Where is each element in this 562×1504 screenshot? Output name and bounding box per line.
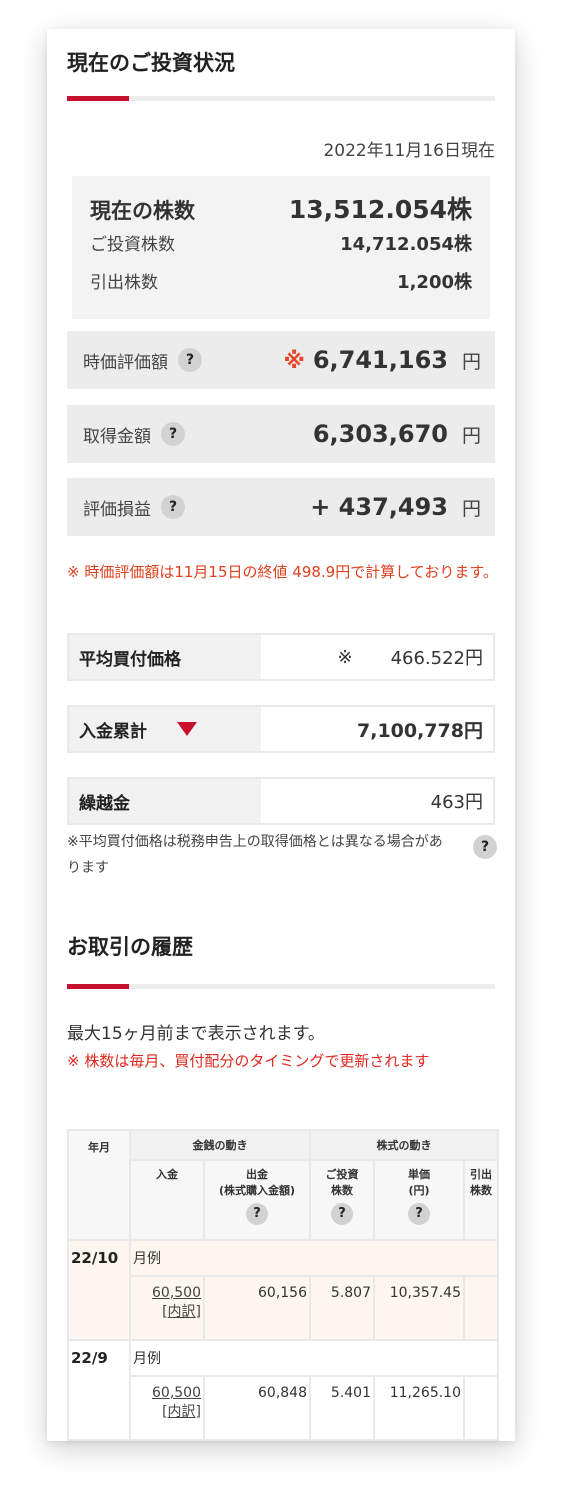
withdrawn-shares-value: 1,200株: [397, 272, 472, 293]
help-icon[interactable]: ?: [473, 835, 497, 859]
valuation-note: ※ 時価評価額は11月15日の終値 498.9円で計算しております。: [67, 563, 498, 581]
row-withdraw: 60,156: [203, 1275, 311, 1341]
col-withdraw: 出金 (株式購入金額) ?: [203, 1159, 311, 1241]
average-price-value: 466.522円: [390, 648, 483, 669]
deposit-total-row[interactable]: 入金累計 7,100,778円: [67, 705, 495, 753]
market-value-unit: 円: [461, 350, 481, 373]
market-value-row: 時価評価額 ? ※ 6,741,163 円: [67, 331, 495, 389]
acquisition-label: 取得金額: [83, 426, 151, 447]
market-value-amount: ※ 6,741,163: [283, 346, 448, 374]
row-price: 10,357.45: [373, 1275, 465, 1341]
acquisition-unit: 円: [461, 424, 481, 447]
current-shares-label: 現在の株数: [90, 199, 195, 223]
deposit-total-value: 7,100,778円: [261, 707, 493, 751]
average-price-row: 平均買付価格 ※ 466.522円: [67, 633, 495, 681]
history-table: 年月 金銭の動き 株式の動き 入金 出金 (株式購入金額) ? ご投資 株数 ?…: [67, 1129, 500, 1441]
history-range-note: 最大15ヶ月前まで表示されます。: [67, 1024, 325, 1044]
carryover-label: 繰越金: [69, 779, 261, 823]
row-kind: 月例: [128, 1239, 500, 1277]
as-of-date: 2022年11月16日現在: [323, 141, 495, 161]
help-icon[interactable]: ?: [408, 1203, 430, 1225]
invested-shares-value: 14,712.054株: [340, 234, 472, 255]
shares-summary: 現在の株数 13,512.054株 ご投資株数 14,712.054株 引出株数…: [72, 176, 490, 319]
row-month: 22/9: [67, 1339, 131, 1441]
page-title: 現在のご投資状況: [67, 51, 235, 75]
help-icon[interactable]: ?: [178, 348, 202, 372]
history-table-wrap: 年月 金銭の動き 株式の動き 入金 出金 (株式購入金額) ? ご投資 株数 ?…: [67, 1129, 500, 1441]
row-withdraw: 60,848: [203, 1375, 311, 1441]
help-icon[interactable]: ?: [331, 1203, 353, 1225]
table-row: 22/9 月例: [67, 1339, 500, 1441]
market-value-mark: ※: [283, 349, 305, 374]
acquisition-amount: 6,303,670: [312, 420, 448, 448]
history-title: お取引の履歴: [67, 935, 193, 959]
carryover-row: 繰越金 463円: [67, 777, 495, 825]
row-shares: 5.401: [309, 1375, 375, 1441]
row-pull: [462, 1275, 500, 1341]
table-row: 60,500 [内訳] 60,848 5.401 11,265.10: [68, 1375, 500, 1441]
deposit-link[interactable]: 60,500: [131, 1385, 201, 1401]
row-kind: 月例: [128, 1339, 500, 1377]
triangle-down-icon[interactable]: [177, 722, 197, 736]
gain-loss-amount: + 437,493: [310, 493, 448, 521]
acquisition-row: 取得金額 ? 6,303,670 円: [67, 405, 495, 463]
market-value-label: 時価評価額: [83, 352, 168, 373]
table-row: 60,500 [内訳] 60,156 5.807 10,357.45: [68, 1275, 500, 1341]
help-icon[interactable]: ?: [246, 1203, 268, 1225]
help-icon[interactable]: ?: [161, 422, 185, 446]
row-deposit: 60,500 [内訳]: [129, 1275, 205, 1341]
gain-loss-row: 評価損益 ? + 437,493 円: [67, 478, 495, 536]
title-underline: [67, 96, 495, 101]
row-price: 11,265.10: [373, 1375, 465, 1441]
row-pull: [462, 1375, 500, 1441]
average-price-note: ※平均買付価格は税務申告上の取得価格とは異なる場合があります: [67, 834, 443, 876]
average-price-note-block: ※平均買付価格は税務申告上の取得価格とは異なる場合があります ?: [67, 829, 497, 881]
col-month: 年月: [67, 1129, 131, 1241]
row-shares: 5.807: [309, 1275, 375, 1341]
detail-link[interactable]: [内訳]: [131, 1301, 201, 1321]
col-price: 単価 (円) ?: [373, 1159, 465, 1241]
gain-loss-unit: 円: [461, 497, 481, 520]
table-row: 22/10 月例: [67, 1239, 500, 1341]
investment-header: 現在のご投資状況: [67, 47, 495, 77]
history-update-note: ※ 株数は毎月、買付配分のタイミングで更新されます: [67, 1052, 430, 1070]
invested-shares-label: ご投資株数: [90, 235, 175, 255]
row-deposit: 60,500 [内訳]: [129, 1375, 205, 1441]
withdrawn-shares-label: 引出株数: [90, 273, 158, 293]
investment-card: 現在のご投資状況 2022年11月16日現在 現在の株数 13,512.054株…: [47, 29, 515, 1441]
detail-link[interactable]: [内訳]: [131, 1401, 201, 1421]
current-shares-value: 13,512.054株: [288, 195, 472, 224]
row-month: 22/10: [67, 1239, 131, 1341]
help-icon[interactable]: ?: [161, 495, 185, 519]
carryover-value: 463円: [261, 779, 493, 823]
average-price-label: 平均買付価格: [69, 635, 261, 679]
history-underline: [67, 984, 495, 989]
gain-loss-label: 評価損益: [83, 499, 151, 520]
average-price-mark: ※: [337, 646, 353, 668]
col-stock: 株式の動き: [308, 1129, 500, 1161]
col-shares: ご投資 株数 ?: [309, 1159, 375, 1241]
history-header: お取引の履歴: [67, 931, 495, 961]
col-pull: 引出 株数: [462, 1159, 500, 1241]
deposit-total-label: 入金累計: [79, 721, 147, 742]
deposit-link[interactable]: 60,500: [131, 1285, 201, 1301]
col-money: 金銭の動き: [129, 1129, 311, 1161]
col-deposit: 入金: [129, 1159, 205, 1241]
